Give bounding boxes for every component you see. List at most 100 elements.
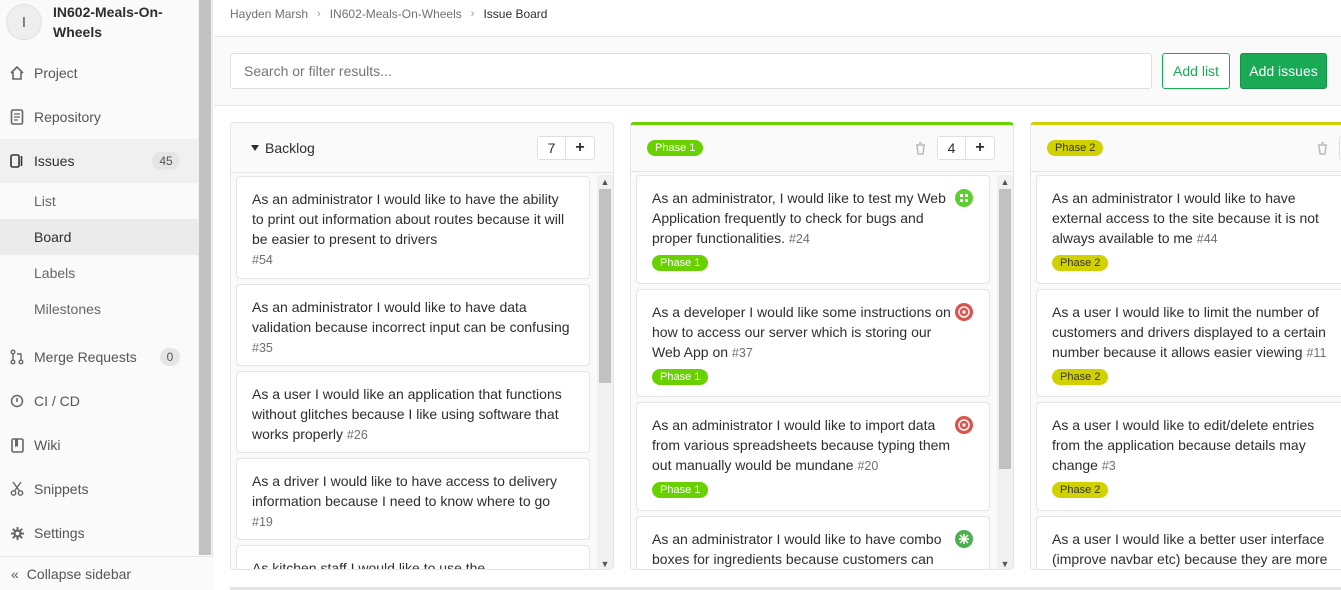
phase-1-label[interactable]: Phase 1: [652, 255, 709, 271]
collapse-sidebar-label: Collapse sidebar: [26, 565, 132, 582]
scroll-thumb[interactable]: [599, 189, 611, 383]
issue-title[interactable]: As a user I would like a better user int…: [1052, 531, 1327, 567]
phase-1-label[interactable]: Phase 1: [652, 369, 709, 385]
assignee-avatar[interactable]: [955, 303, 973, 321]
issue-card[interactable]: As an administrator I would like to have…: [1036, 175, 1341, 284]
project-header[interactable]: I IN602-Meals-On-Wheels: [6, 2, 183, 42]
assignee-avatar[interactable]: [955, 189, 973, 207]
issue-title[interactable]: As a driver I would like to have access …: [252, 473, 557, 509]
sidebar-scrollbar[interactable]: [198, 0, 212, 555]
issue-number: #37: [731, 346, 753, 360]
list-controls: [1315, 136, 1341, 160]
issue-card[interactable]: As a user I would like a better user int…: [1036, 516, 1341, 569]
sidebar-item-label: Merge Requests: [34, 349, 137, 365]
breadcrumb-current[interactable]: Issue Board: [483, 7, 547, 21]
issue-title[interactable]: As a user I would like to limit the numb…: [1052, 304, 1326, 360]
issue-card[interactable]: As a user I would like to limit the numb…: [1036, 289, 1341, 397]
issue-card[interactable]: As an administrator I would like to impo…: [636, 402, 990, 511]
phase-1-label[interactable]: Phase 1: [647, 140, 704, 156]
add-issues-button[interactable]: Add issues: [1240, 53, 1327, 89]
sidebar-subitem-labels[interactable]: Labels: [0, 255, 199, 291]
list-title[interactable]: Phase 2: [1047, 140, 1104, 156]
board-list-phase-2: Phase 2 As an administrator I would like…: [1030, 122, 1341, 570]
issue-number: #54: [252, 253, 273, 267]
issue-number: #44: [1196, 232, 1218, 246]
caret-down-icon[interactable]: [251, 144, 259, 151]
issue-card[interactable]: As an administrator, I would like to tes…: [636, 175, 990, 284]
issues-icon: [8, 152, 26, 170]
sidebar-item-project[interactable]: Project: [0, 51, 199, 95]
issue-title[interactable]: As an administrator I would like to have…: [1052, 190, 1319, 246]
issue-title[interactable]: As an administrator I would like to have…: [252, 191, 564, 247]
issue-card[interactable]: As a driver I would like to have access …: [236, 458, 590, 540]
sidebar-item-issues[interactable]: Issues 45: [0, 139, 199, 183]
project-name[interactable]: IN602-Meals-On-Wheels: [53, 2, 183, 42]
issue-title[interactable]: As an administrator I would like to have…: [652, 531, 941, 567]
issue-number: #19: [252, 515, 273, 529]
scroll-up-icon[interactable]: ▲: [597, 175, 613, 189]
sidebar-item-wiki[interactable]: Wiki: [0, 423, 199, 467]
issue-card[interactable]: As a user I would like to edit/delete en…: [1036, 402, 1341, 511]
chevron-right-icon: ›: [317, 7, 321, 20]
add-issue-button[interactable]: +: [566, 137, 594, 159]
issue-card[interactable]: As kitchen staff I would like to use the: [236, 545, 590, 569]
list-header: Phase 2: [1031, 125, 1341, 172]
list-title[interactable]: Phase 1: [647, 140, 704, 156]
issue-card[interactable]: As an administrator I would like to have…: [236, 176, 590, 279]
sidebar-item-merge-requests[interactable]: Merge Requests 0: [0, 335, 199, 379]
issue-title[interactable]: As an administrator I would like to impo…: [652, 417, 950, 473]
phase-2-label[interactable]: Phase 2: [1052, 369, 1109, 385]
collapse-sidebar-button[interactable]: « Collapse sidebar: [0, 556, 213, 590]
sidebar-item-settings[interactable]: Settings: [0, 511, 199, 555]
trash-icon[interactable]: [1315, 141, 1329, 155]
filter-bar: Add list Add issues: [214, 37, 1341, 106]
add-list-button[interactable]: Add list: [1162, 53, 1230, 89]
breadcrumb-project[interactable]: IN602-Meals-On-Wheels: [330, 7, 462, 21]
list-controls: 7 +: [537, 136, 595, 160]
issue-count: 4: [938, 137, 966, 159]
sidebar-item-ci-cd[interactable]: CI / CD: [0, 379, 199, 423]
phase-2-label[interactable]: Phase 2: [1052, 255, 1109, 271]
phase-2-label[interactable]: Phase 2: [1052, 482, 1109, 498]
sidebar-item-repository[interactable]: Repository: [0, 95, 199, 139]
issue-card[interactable]: As an administrator I would like to have…: [236, 284, 590, 366]
sidebar-item-label: Project: [34, 65, 78, 81]
issue-card[interactable]: As a user I would like an application th…: [236, 371, 590, 453]
issue-card[interactable]: As an administrator I would like to have…: [636, 516, 990, 569]
phase-2-label[interactable]: Phase 2: [1047, 140, 1104, 156]
list-scrollbar[interactable]: ▲ ▼: [597, 175, 613, 569]
issue-number: #26: [346, 428, 368, 442]
sidebar-subitem-list[interactable]: List: [0, 183, 199, 219]
project-avatar: I: [6, 4, 42, 40]
breadcrumb-user[interactable]: Hayden Marsh: [230, 7, 308, 21]
sidebar-item-label: CI / CD: [34, 393, 80, 409]
sidebar-item-label: Issues: [34, 153, 75, 169]
trash-icon[interactable]: [913, 141, 927, 155]
scroll-thumb[interactable]: [999, 189, 1011, 469]
search-input[interactable]: [230, 53, 1152, 89]
list-title-text: Backlog: [265, 139, 315, 156]
double-chevron-left-icon: «: [11, 565, 19, 582]
issue-title[interactable]: As a user I would like an application th…: [252, 386, 562, 442]
assignee-avatar[interactable]: [955, 416, 973, 434]
scroll-down-icon[interactable]: ▼: [997, 557, 1013, 569]
issue-card[interactable]: As a developer I would like some instruc…: [636, 289, 990, 397]
issue-title[interactable]: As an administrator I would like to have…: [252, 299, 570, 335]
issue-number: #3: [1101, 459, 1116, 473]
sidebar-subitem-milestones[interactable]: Milestones: [0, 291, 199, 327]
issue-number: #35: [252, 341, 273, 355]
sidebar-item-snippets[interactable]: Snippets: [0, 467, 199, 511]
scroll-up-icon[interactable]: ▲: [997, 175, 1013, 189]
list-scrollbar[interactable]: ▲ ▼: [997, 175, 1013, 569]
scroll-down-icon[interactable]: ▼: [597, 557, 613, 569]
sidebar-subitem-board[interactable]: Board: [0, 219, 199, 255]
issue-title[interactable]: As a developer I would like some instruc…: [652, 304, 951, 360]
sidebar-item-label: Settings: [34, 525, 85, 541]
assignee-avatar[interactable]: [955, 530, 973, 548]
phase-1-label[interactable]: Phase 1: [652, 482, 709, 498]
issue-title[interactable]: As kitchen staff I would like to use the: [252, 560, 485, 569]
issue-title[interactable]: As a user I would like to edit/delete en…: [1052, 417, 1314, 473]
add-issue-button[interactable]: +: [966, 137, 994, 159]
chevron-right-icon: ›: [470, 7, 475, 20]
list-title[interactable]: Backlog: [251, 140, 315, 156]
